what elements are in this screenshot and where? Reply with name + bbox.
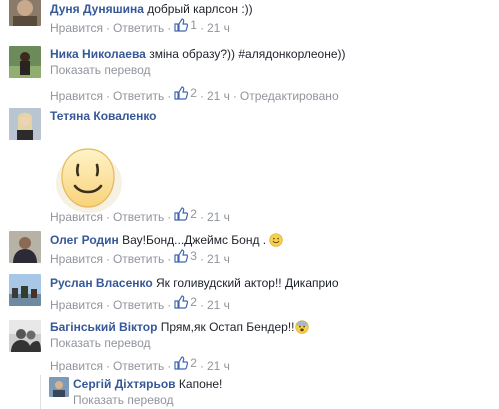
- reply-button[interactable]: Ответить: [113, 359, 164, 373]
- reply-button[interactable]: Ответить: [113, 21, 164, 35]
- like-button[interactable]: Нравится: [50, 210, 103, 224]
- avatar[interactable]: [9, 274, 41, 306]
- comment-timestamp[interactable]: 21 ч: [207, 252, 230, 266]
- comment-author[interactable]: Сергій Діхтярьов: [73, 377, 176, 391]
- show-translation-link[interactable]: Показать перевод: [73, 392, 491, 408]
- separator: ·: [199, 252, 204, 266]
- comment-actions: Нравится · Ответить · 1 · 21 ч: [50, 17, 491, 36]
- comment: Ника Николаева зміна образу?)) #алядонко…: [0, 44, 499, 104]
- thumbs-up-icon: [174, 295, 189, 309]
- comment-actions: Нравится · Ответить · 2 · 21 ч: [50, 206, 491, 225]
- comment: Дуня Дуняшина добрый карлсон :)) Нравитс…: [0, 0, 499, 40]
- comment-author[interactable]: Олег Родин: [50, 233, 119, 247]
- comment-author[interactable]: Дуня Дуняшина: [50, 2, 144, 16]
- comment-actions: Нравится · Ответить · 2 · 21 ч: [50, 355, 491, 374]
- separator: ·: [105, 210, 110, 224]
- comment: Руслан Власенко Як голивудский актор!! Д…: [0, 274, 499, 314]
- separator: ·: [167, 298, 172, 312]
- comment-timestamp[interactable]: 21 ч: [207, 89, 230, 103]
- smiley-sticker: [52, 143, 124, 215]
- thumbs-up-icon: [174, 207, 189, 221]
- like-count-value: 2: [190, 356, 197, 370]
- comment-author[interactable]: Тетяна Коваленко: [50, 109, 157, 123]
- separator: ·: [199, 359, 204, 373]
- comment-timestamp[interactable]: 21 ч: [207, 21, 230, 35]
- avatar[interactable]: [9, 46, 41, 78]
- reply-button[interactable]: Ответить: [113, 210, 164, 224]
- comment: Тетяна Коваленко Нравится · Ответить · 2 · 21 …: [0, 106, 499, 224]
- separator: ·: [105, 298, 110, 312]
- separator: ·: [199, 89, 204, 103]
- like-count-value: 2: [190, 86, 197, 100]
- avatar[interactable]: [9, 231, 41, 263]
- separator: ·: [167, 359, 172, 373]
- edited-label[interactable]: Отредактировано: [240, 89, 339, 103]
- separator: ·: [199, 210, 204, 224]
- comment-author[interactable]: Ника Николаева: [50, 47, 146, 61]
- separator: ·: [199, 298, 204, 312]
- separator: ·: [167, 89, 172, 103]
- comment-text: Вау!Бонд...Джеймс Бонд .: [122, 233, 267, 247]
- separator: ·: [105, 252, 110, 266]
- thumbs-up-icon: [174, 18, 189, 32]
- reply-button[interactable]: Ответить: [113, 252, 164, 266]
- like-button[interactable]: Нравится: [50, 89, 103, 103]
- comment-text: зміна образу?)) #алядонкорлеоне)): [149, 47, 346, 61]
- separator: ·: [167, 21, 172, 35]
- like-count-value: 2: [190, 207, 197, 221]
- like-button[interactable]: Нравится: [50, 252, 103, 266]
- thumbs-up-icon: [174, 356, 189, 370]
- comment-actions: Нравится · Ответить · 3 · 21 ч: [50, 248, 491, 267]
- separator: ·: [105, 89, 110, 103]
- avatar[interactable]: [9, 0, 41, 26]
- like-count[interactable]: 2: [174, 294, 197, 310]
- separator: ·: [167, 252, 172, 266]
- avatar[interactable]: [9, 320, 41, 352]
- separator: ·: [105, 21, 110, 35]
- like-count[interactable]: 2: [174, 206, 197, 222]
- comment-author[interactable]: Багінський Віктор: [50, 320, 157, 334]
- like-count[interactable]: 2: [174, 355, 197, 371]
- thumbs-up-icon: [174, 86, 189, 100]
- separator: ·: [199, 21, 204, 35]
- reply-comment: Сергій Діхтярьов Капоне! Показать перево…: [0, 375, 499, 409]
- like-button[interactable]: Нравится: [50, 21, 103, 35]
- like-count-value: 2: [190, 295, 197, 309]
- comment-text: Прям,як Остап Бендер!!: [160, 320, 295, 334]
- like-count[interactable]: 1: [174, 17, 197, 33]
- fearful-emoji-icon: [294, 320, 309, 334]
- comment: Багінський Віктор Прям,як Остап Бендер!!…: [0, 318, 499, 374]
- show-translation-link[interactable]: Показать перевод: [50, 335, 491, 351]
- separator: ·: [232, 89, 237, 103]
- show-translation-link[interactable]: Показать перевод: [50, 62, 491, 78]
- avatar[interactable]: [9, 108, 41, 140]
- comment-timestamp[interactable]: 21 ч: [207, 359, 230, 373]
- avatar[interactable]: [49, 377, 69, 397]
- like-count[interactable]: 3: [174, 248, 197, 264]
- like-count-value: 1: [190, 18, 197, 32]
- comment-actions: Нравится · Ответить · 2 · 21 ч: [50, 294, 491, 313]
- separator: ·: [167, 210, 172, 224]
- thumbs-up-icon: [174, 249, 189, 263]
- comment-text: добрый карлсон :)): [147, 2, 253, 16]
- reply-button[interactable]: Ответить: [113, 89, 164, 103]
- separator: ·: [105, 359, 110, 373]
- reply-button[interactable]: Ответить: [113, 298, 164, 312]
- like-button[interactable]: Нравится: [50, 359, 103, 373]
- like-button[interactable]: Нравится: [50, 298, 103, 312]
- comment-timestamp[interactable]: 21 ч: [207, 298, 230, 312]
- comment: Олег Родин Вау!Бонд...Джеймс Бонд . Нрав…: [0, 231, 499, 271]
- smile-emoji-icon: [269, 233, 284, 247]
- comment-author[interactable]: Руслан Власенко: [50, 276, 153, 290]
- like-count-value: 3: [190, 249, 197, 263]
- comment-timestamp[interactable]: 21 ч: [207, 210, 230, 224]
- comment-text: Капоне!: [178, 377, 223, 391]
- comment-text: Як голивудский актор!! Дикаприо: [156, 276, 339, 290]
- comment-actions: Нравится · Ответить · 2 · 21 ч · Отредактировано: [50, 85, 491, 104]
- like-count[interactable]: 2: [174, 85, 197, 101]
